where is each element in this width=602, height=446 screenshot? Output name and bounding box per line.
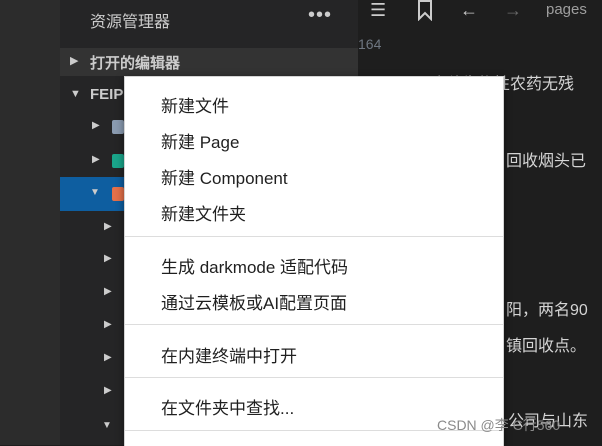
chevron-right-icon: ▶ <box>104 253 112 264</box>
watermark: CSDN @李 C行560 <box>437 417 561 433</box>
menu-divider <box>125 236 503 237</box>
chevron-right-icon: ▶ <box>104 352 112 363</box>
menu-item-darkmode[interactable]: 生成 darkmode 适配代码 <box>161 253 348 278</box>
line-number: 164 <box>358 36 382 52</box>
editor-toolbar: ☰ ← → pages <box>358 0 602 24</box>
chevron-right-icon: ▶ <box>92 154 100 165</box>
more-icon[interactable]: ••• <box>308 4 332 27</box>
list-icon[interactable]: ☰ <box>370 0 386 21</box>
menu-item-cloud-template[interactable]: 通过云模板或AI配置页面 <box>161 289 347 314</box>
menu-item-new-page[interactable]: 新建 Page <box>161 128 239 153</box>
editor-text-line: 回收烟头已 <box>506 153 587 170</box>
chevron-right-icon: ▶ <box>92 120 100 131</box>
menu-item-new-folder[interactable]: 新建文件夹 <box>161 200 246 225</box>
chevron-down-icon: ▼ <box>70 88 81 100</box>
chevron-down-icon: ▼ <box>102 420 112 431</box>
back-arrow-icon[interactable]: ← <box>460 0 478 21</box>
menu-item-new-component[interactable]: 新建 Component <box>161 164 288 189</box>
section-open-editors-label: 打开的编辑器 <box>90 55 181 72</box>
section-open-editors[interactable]: ▶ 打开的编辑器 <box>60 48 358 76</box>
explorer-title: 资源管理器 <box>90 14 171 31</box>
menu-item-find-in-folder[interactable]: 在文件夹中查找... <box>161 394 294 419</box>
editor-text-line: 阳，两名90 <box>506 302 588 319</box>
activity-bar <box>0 0 60 445</box>
chevron-down-icon: ▼ <box>90 187 100 198</box>
menu-item-new-file[interactable]: 新建文件 <box>161 92 229 117</box>
folder-icon <box>112 154 124 168</box>
forward-arrow-icon[interactable]: → <box>504 0 522 21</box>
folder-icon <box>112 187 124 201</box>
menu-item-open-terminal[interactable]: 在内建终端中打开 <box>161 342 297 367</box>
chevron-right-icon: ▶ <box>70 55 79 67</box>
chevron-right-icon: ▶ <box>104 385 112 396</box>
chevron-right-icon: ▶ <box>104 286 112 297</box>
chevron-right-icon: ▶ <box>104 221 112 232</box>
folder-icon <box>112 120 124 134</box>
chevron-right-icon: ▶ <box>104 319 112 330</box>
context-menu: 新建文件 新建 Page 新建 Component 新建文件夹 生成 darkm… <box>124 76 504 446</box>
menu-divider <box>125 377 503 378</box>
menu-divider <box>125 324 503 325</box>
breadcrumb[interactable]: pages <box>546 1 587 18</box>
editor-text-line: 镇回收点。 <box>506 338 587 355</box>
bookmark-icon[interactable] <box>416 0 434 26</box>
section-project-label: FEIP <box>90 86 124 103</box>
